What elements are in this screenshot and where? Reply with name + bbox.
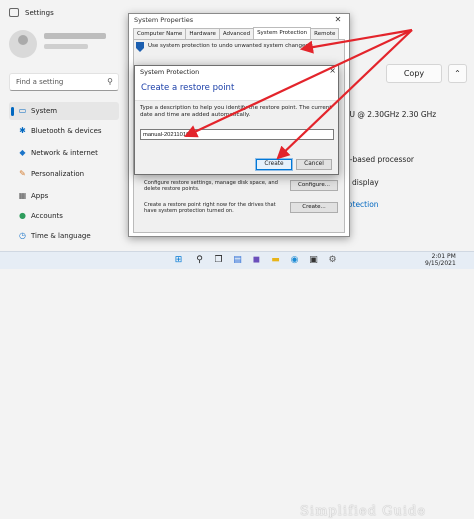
chat-icon[interactable]: ◼ xyxy=(250,254,263,267)
create-description: Create a restore point right now for the… xyxy=(144,202,276,214)
processor-speed-text: PU @ 2.30GHz 2.30 GHz xyxy=(345,110,437,119)
sidebar-item-network[interactable]: ◆ Network & internet xyxy=(9,144,119,162)
sidebar-item-label: Network & internet xyxy=(31,149,98,157)
dialog-title: System Protection xyxy=(140,68,200,76)
tab-computer-name[interactable]: Computer Name xyxy=(133,28,187,39)
dialog-body: Type a description to help you identify … xyxy=(135,100,338,174)
brush-icon: ✎ xyxy=(19,169,26,178)
clock-icon: ◷ xyxy=(19,231,26,240)
watermark: Simplified Guide xyxy=(300,504,427,519)
apps-icon: ▦ xyxy=(18,191,27,200)
tab-advanced[interactable]: Advanced xyxy=(218,28,255,39)
create-button[interactable]: Create xyxy=(255,158,293,171)
network-icon: ◆ xyxy=(19,148,26,157)
system-protection-link[interactable]: rotection xyxy=(345,200,379,209)
user-name-redacted xyxy=(44,33,106,39)
dialog-description: Type a description to help you identify … xyxy=(140,105,332,118)
bluetooth-icon: ✱ xyxy=(19,126,26,135)
sidebar-item-accounts[interactable]: ● Accounts xyxy=(9,207,119,225)
system-protection-dialog: System Protection × Create a restore poi… xyxy=(134,65,339,175)
widgets-icon[interactable]: ▤ xyxy=(231,254,244,267)
clock-date: 9/15/2021 xyxy=(425,260,456,267)
file-explorer-icon[interactable]: ▬ xyxy=(269,254,282,267)
start-icon[interactable]: ⊞ xyxy=(172,254,185,267)
window-title: System Properties xyxy=(134,16,194,24)
shield-icon xyxy=(136,42,144,52)
close-icon[interactable]: × xyxy=(329,66,336,75)
close-icon[interactable]: ✕ xyxy=(327,14,349,26)
configure-button[interactable]: Configure... xyxy=(290,180,338,191)
sidebar-item-label: Personalization xyxy=(31,170,85,178)
sidebar-item-bluetooth[interactable]: ✱ Bluetooth & devices xyxy=(9,122,119,140)
restore-point-name-input[interactable] xyxy=(140,129,334,140)
system-icon: ▭ xyxy=(18,106,27,115)
search-icon: ⚲ xyxy=(107,77,113,86)
sidebar-item-label: Apps xyxy=(31,192,49,200)
user-email-redacted xyxy=(44,44,88,49)
sidebar-item-personalization[interactable]: ✎ Personalization xyxy=(9,165,119,183)
sidebar-item-label: Accounts xyxy=(31,212,63,220)
pen-touch-text: e display xyxy=(345,178,379,187)
settings-gear-icon[interactable]: ⚙ xyxy=(326,254,339,267)
settings-app-icon xyxy=(9,8,19,17)
avatar[interactable] xyxy=(9,30,37,58)
sidebar-item-label: Time & language xyxy=(31,232,91,240)
accounts-icon: ● xyxy=(19,211,26,220)
description-text: Use system protection to undo unwanted s… xyxy=(148,43,310,49)
system-protection-description: Use system protection to undo unwanted s… xyxy=(136,42,310,52)
edge-icon[interactable]: ◉ xyxy=(288,254,301,267)
tab-strip: Computer Name Hardware Advanced System P… xyxy=(133,27,340,39)
chevron-up-icon[interactable]: ⌃ xyxy=(448,64,467,83)
tab-remote[interactable]: Remote xyxy=(310,28,340,39)
search-placeholder: Find a setting xyxy=(16,78,64,86)
taskbar: ⊞ ⚲ ❐ ▤ ◼ ▬ ◉ ▣ ⚙ Simplified Guide 2:01 … xyxy=(0,251,474,519)
tab-system-protection[interactable]: System Protection xyxy=(253,27,312,39)
tab-hardware[interactable]: Hardware xyxy=(185,28,220,39)
dialog-heading: Create a restore point xyxy=(135,78,338,100)
clock[interactable]: 2:01 PM 9/15/2021 xyxy=(425,253,456,267)
settings-title: Settings xyxy=(25,9,54,17)
store-icon[interactable]: ▣ xyxy=(307,254,320,267)
system-type-text: 4-based processor xyxy=(345,155,414,164)
clock-time: 2:01 PM xyxy=(431,253,456,260)
cancel-button[interactable]: Cancel xyxy=(296,159,332,170)
search-icon[interactable]: ⚲ xyxy=(193,254,206,267)
sidebar-item-apps[interactable]: ▦ Apps xyxy=(9,187,119,205)
copy-button[interactable]: Copy xyxy=(386,64,442,83)
task-view-icon[interactable]: ❐ xyxy=(212,254,225,267)
search-input[interactable]: Find a setting ⚲ xyxy=(9,73,119,91)
configure-description: Configure restore settings, manage disk … xyxy=(144,180,278,192)
sidebar-item-system[interactable]: ▭ System xyxy=(9,102,119,120)
sidebar-item-label: Bluetooth & devices xyxy=(31,127,102,135)
sidebar-item-label: System xyxy=(31,107,58,115)
create-restore-button[interactable]: Create... xyxy=(290,202,338,213)
sidebar-item-time-language[interactable]: ◷ Time & language xyxy=(9,227,119,245)
